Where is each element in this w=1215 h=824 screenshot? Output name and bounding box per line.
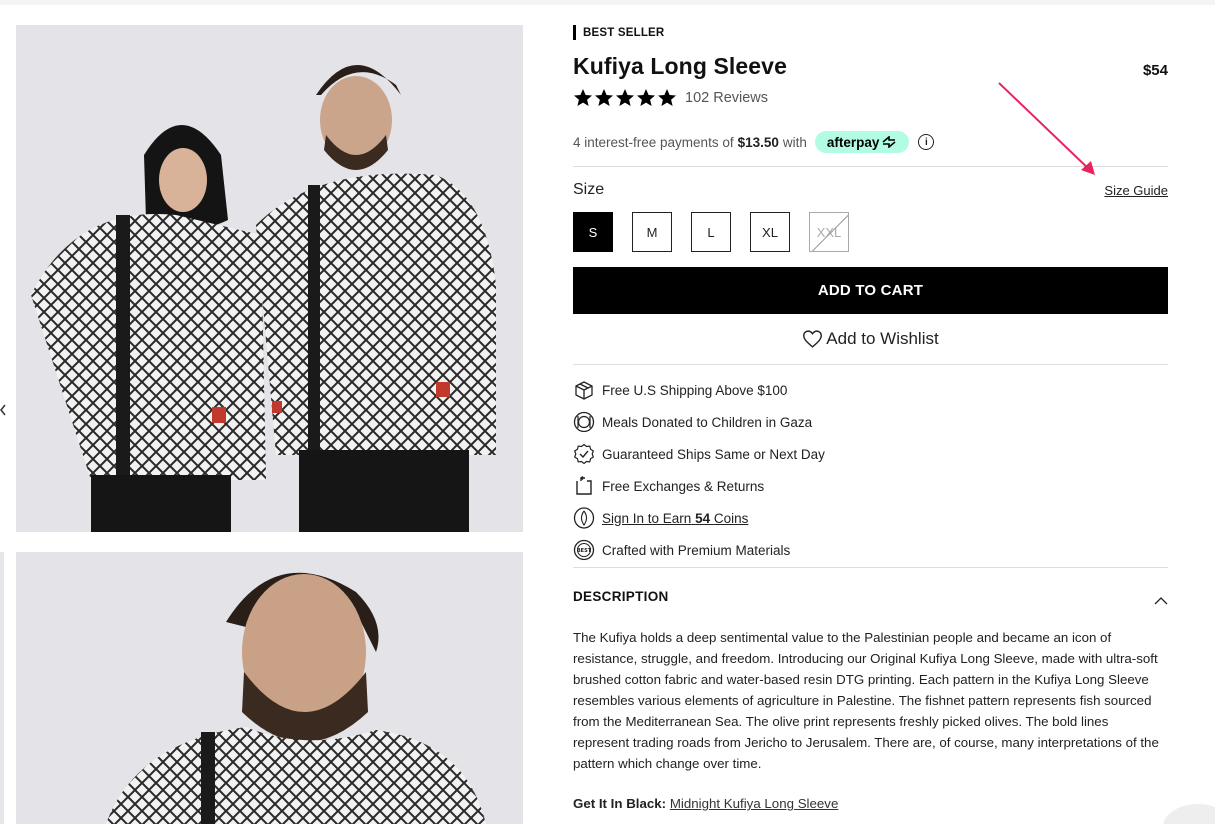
box-icon [573,379,595,401]
divider [573,166,1168,167]
annotation-arrow-icon [998,82,1095,175]
product-title: Kufiya Long Sleeve [573,53,787,79]
badge-label: BEST SELLER [583,26,665,39]
product-gallery [0,0,540,824]
star-icon [595,89,613,106]
star-icon [658,89,676,106]
star-icon [637,89,655,106]
feature-exchanges: Free Exchanges & Returns [573,470,825,502]
rating-row: 102 Reviews [573,88,768,108]
reviews-link[interactable]: 102 Reviews [685,90,768,106]
star-icon [616,89,634,106]
chat-widget[interactable] [1163,804,1215,824]
divider [573,364,1168,365]
feature-text: Guaranteed Ships Same or Next Day [602,446,825,462]
size-option-xl[interactable]: XL [750,212,790,252]
size-label: Size [573,181,605,198]
svg-text:BEST: BEST [577,548,592,554]
description-heading[interactable]: DESCRIPTION [573,589,669,604]
heart-icon [803,330,823,348]
coins-link-prefix: Sign In to Earn [602,510,692,526]
size-options: S M L XL XXL [573,212,849,252]
badge-bar [573,25,576,40]
get-in-black-label: Get It In Black: [573,796,667,811]
feature-ships: Guaranteed Ships Same or Next Day [573,438,825,470]
product-photo-main[interactable] [16,25,523,532]
exchange-icon [573,475,595,497]
feature-list: Free U.S Shipping Above $100 Meals Donat… [573,374,825,566]
feature-meals: Meals Donated to Children in Gaza [573,406,825,438]
feature-text: Crafted with Premium Materials [602,542,791,558]
size-option-xxl[interactable]: XXL [809,212,849,252]
afterpay-suffix: with [782,134,807,150]
size-option-s[interactable]: S [573,212,613,252]
star-icon [574,89,592,106]
star-rating [573,88,677,108]
size-option-l[interactable]: L [691,212,731,252]
quality-seal-icon: BEST [573,539,595,561]
wishlist-label: Add to Wishlist [826,329,939,348]
afterpay-prefix: 4 interest-free payments of [573,134,734,150]
feature-text: Free Exchanges & Returns [602,478,765,494]
meals-icon [573,411,595,433]
size-option-m[interactable]: M [632,212,672,252]
feature-shipping: Free U.S Shipping Above $100 [573,374,825,406]
feature-text: Free U.S Shipping Above $100 [602,382,788,398]
best-seller-badge: BEST SELLER [573,25,664,40]
size-guide-link[interactable]: Size Guide [1104,183,1168,198]
thumbnail-strip[interactable] [0,552,5,824]
product-photo-closeup[interactable] [16,552,523,824]
product-price: $54 [1142,62,1168,79]
feature-materials: BEST Crafted with Premium Materials [573,534,825,566]
afterpay-arrows-icon [882,136,896,148]
afterpay-logo: afterpay [814,131,910,153]
add-to-cart-button[interactable]: ADD TO CART [573,267,1168,314]
divider [573,567,1168,568]
coin-icon [573,507,595,529]
add-to-wishlist-button[interactable]: Add to Wishlist [573,326,1168,352]
get-in-black-row: Get It In Black: Midnight Kufiya Long Sl… [573,796,838,811]
coins-amount: 54 [695,510,711,526]
info-icon[interactable]: i [918,134,935,150]
sign-in-earn-link[interactable]: Sign In to Earn 54 Coins [602,511,748,526]
gallery-prev-arrow-icon[interactable] [0,404,6,416]
coins-link-suffix: Coins [713,510,749,526]
afterpay-logo-text: afterpay [826,134,880,150]
feature-text: Meals Donated to Children in Gaza [602,414,813,430]
midnight-variant-link[interactable]: Midnight Kufiya Long Sleeve [670,796,839,811]
check-badge-icon [573,443,595,465]
afterpay-amount: $13.50 [737,134,779,150]
afterpay-row: 4 interest-free payments of $13.50 with … [573,131,935,153]
feature-coins: Sign In to Earn 54 Coins [573,502,825,534]
description-text: The Kufiya holds a deep sentimental valu… [573,630,1159,771]
chevron-up-icon[interactable] [1154,596,1168,606]
